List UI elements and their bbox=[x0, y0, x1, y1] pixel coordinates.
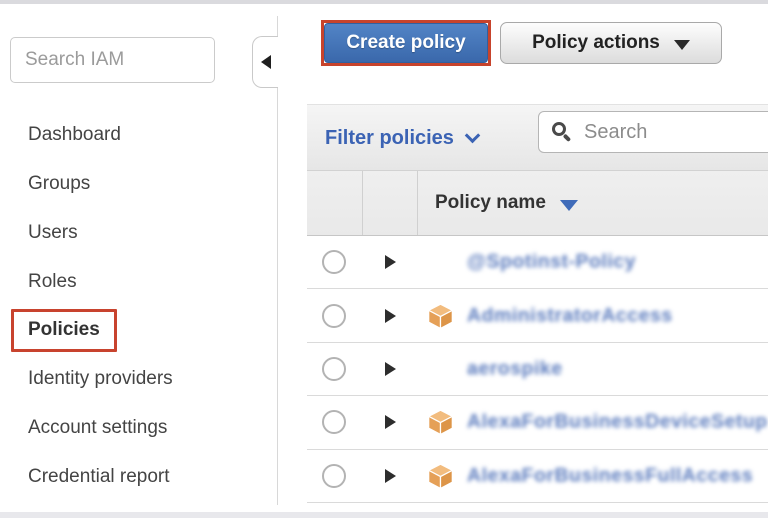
policy-name-column-header[interactable]: Policy name bbox=[435, 171, 578, 235]
row-radio-button[interactable] bbox=[322, 464, 346, 488]
policy-name-link[interactable]: AlexaForBusinessDeviceSetup bbox=[467, 411, 768, 434]
search-iam-input[interactable] bbox=[10, 37, 215, 83]
sidebar-item-users[interactable]: Users bbox=[0, 209, 270, 258]
table-row: AlexaForBusinessFullAccess bbox=[307, 450, 768, 503]
table-row: aerospike bbox=[307, 343, 768, 396]
policy-actions-button[interactable]: Policy actions bbox=[500, 22, 722, 64]
sidebar-item-account-settings[interactable]: Account settings bbox=[0, 404, 270, 453]
policies-annotation-box: Policies bbox=[11, 309, 117, 352]
policy-name-link[interactable]: aerospike bbox=[467, 357, 563, 380]
policy-name-link[interactable]: @Spotinst-Policy bbox=[467, 251, 636, 274]
column-separator bbox=[417, 171, 418, 235]
policy-actions-label: Policy actions bbox=[532, 32, 660, 54]
aws-iam-policies-page: { "sidebar": { "search_placeholder": "Se… bbox=[0, 0, 768, 518]
row-expander-icon[interactable] bbox=[385, 415, 396, 429]
page-bottom-edge bbox=[0, 512, 768, 518]
table-row: AlexaForBusinessDeviceSetup bbox=[307, 396, 768, 449]
policy-search-input[interactable] bbox=[584, 121, 754, 144]
row-radio-button[interactable] bbox=[322, 250, 346, 274]
row-expander-icon[interactable] bbox=[385, 255, 396, 269]
create-policy-button[interactable]: Create policy bbox=[324, 23, 488, 63]
policy-name-link[interactable]: AlexaForBusinessFullAccess bbox=[467, 464, 753, 487]
sidebar-nav: Dashboard Groups Users Roles Policies Id… bbox=[0, 111, 270, 501]
filter-bar: Filter policies bbox=[307, 104, 768, 170]
sidebar-item-groups[interactable]: Groups bbox=[0, 160, 270, 209]
sidebar-divider bbox=[277, 16, 278, 505]
sort-descending-icon bbox=[560, 200, 578, 211]
sidebar-item-dashboard[interactable]: Dashboard bbox=[0, 111, 270, 160]
table-header: Policy name bbox=[307, 170, 768, 236]
policy-name-link[interactable]: AdministratorAccess bbox=[467, 304, 673, 327]
chevron-down-icon bbox=[465, 127, 481, 143]
policy-search-box bbox=[538, 111, 768, 153]
row-expander-icon[interactable] bbox=[385, 309, 396, 323]
row-radio-button[interactable] bbox=[322, 304, 346, 328]
sidebar-item-identity-providers[interactable]: Identity providers bbox=[0, 355, 270, 404]
filter-policies-label: Filter policies bbox=[325, 127, 454, 150]
column-separator bbox=[362, 171, 363, 235]
page-top-edge bbox=[0, 0, 768, 4]
table-row: @Spotinst-Policy bbox=[307, 236, 768, 289]
sidebar-item-policies[interactable]: Policies bbox=[0, 306, 270, 355]
search-icon bbox=[552, 121, 574, 143]
filter-policies-dropdown[interactable]: Filter policies bbox=[325, 105, 478, 171]
row-expander-icon[interactable] bbox=[385, 469, 396, 483]
row-expander-icon[interactable] bbox=[385, 362, 396, 376]
policies-table-body: @Spotinst-Policy AdministratorAccess aer… bbox=[307, 236, 768, 503]
table-row: AdministratorAccess bbox=[307, 289, 768, 342]
create-policy-annotation-box: Create policy bbox=[321, 20, 491, 66]
sidebar-collapse-button[interactable] bbox=[252, 36, 278, 88]
row-radio-button[interactable] bbox=[322, 410, 346, 434]
dropdown-caret-icon bbox=[674, 40, 690, 50]
collapse-left-triangle-icon bbox=[261, 55, 271, 69]
row-radio-button[interactable] bbox=[322, 357, 346, 381]
aws-managed-policy-icon bbox=[427, 409, 454, 436]
aws-managed-policy-icon bbox=[427, 462, 454, 489]
aws-managed-policy-icon bbox=[427, 302, 454, 329]
sidebar-item-roles[interactable]: Roles bbox=[0, 257, 270, 306]
sidebar-item-credential-report[interactable]: Credential report bbox=[0, 453, 270, 502]
